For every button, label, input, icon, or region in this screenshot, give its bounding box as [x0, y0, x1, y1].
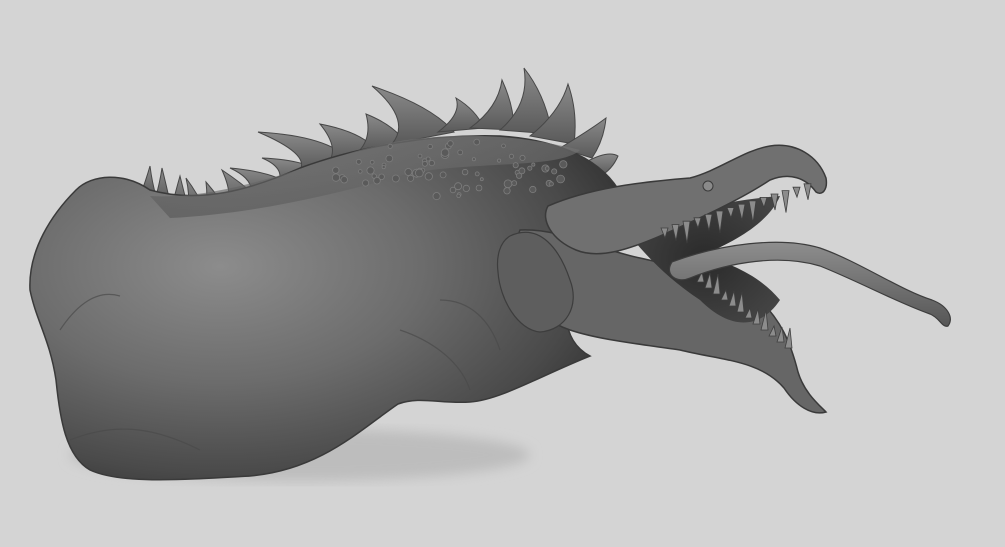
skin-bump	[439, 171, 447, 179]
skin-bump	[519, 154, 526, 161]
skin-bump	[461, 168, 469, 176]
skin-bump	[531, 162, 536, 167]
skin-bump	[404, 168, 413, 176]
skin-bump	[497, 158, 502, 163]
skin-bump	[479, 177, 484, 182]
sculpt-viewport[interactable]	[0, 0, 1005, 547]
creature-sculpt-render	[0, 0, 1005, 547]
skin-bump	[512, 162, 519, 169]
skin-bump	[381, 165, 386, 170]
skin-bump	[559, 160, 568, 169]
skin-bump	[428, 160, 435, 167]
skin-bump	[474, 171, 480, 177]
skin-bump	[369, 159, 375, 165]
skin-bump	[417, 153, 423, 159]
skin-bump	[551, 168, 558, 175]
skin-bump	[340, 175, 348, 184]
skin-bump	[331, 173, 341, 182]
skin-bump	[508, 153, 514, 159]
eye-icon	[702, 180, 714, 192]
skin-bump	[527, 165, 533, 171]
skin-bump	[511, 180, 518, 187]
skin-bump	[457, 149, 464, 156]
skin-bump	[373, 176, 381, 185]
skin-bump	[432, 192, 441, 201]
skin-bump	[501, 143, 506, 149]
skin-bump	[440, 148, 450, 157]
skin-bump	[529, 185, 537, 194]
skin-bump	[427, 143, 433, 150]
skin-bump	[471, 157, 476, 162]
skin-bump	[366, 166, 375, 175]
skin-bump	[414, 168, 424, 178]
skin-bump	[454, 182, 463, 191]
skin-bump	[548, 181, 554, 187]
skin-bump	[425, 156, 431, 162]
skin-bump	[473, 138, 481, 146]
skin-bump	[475, 184, 483, 192]
skin-bump	[391, 174, 400, 183]
skin-bump	[362, 179, 370, 187]
skin-bump	[424, 172, 433, 181]
skin-bump	[515, 172, 523, 179]
skin-bump	[355, 158, 362, 165]
skin-bump	[387, 143, 393, 149]
skin-bump	[407, 174, 415, 182]
skin-bump	[556, 174, 565, 184]
skin-bump	[456, 193, 461, 198]
skin-bump	[385, 154, 394, 163]
skin-bump	[503, 187, 511, 195]
skin-bump	[503, 179, 513, 189]
skin-bump	[462, 184, 470, 192]
skin-bump	[447, 140, 454, 147]
skin-bump	[421, 160, 428, 167]
skin-bump	[332, 166, 340, 174]
skin-bump	[358, 169, 363, 174]
skin-bump	[544, 166, 550, 171]
